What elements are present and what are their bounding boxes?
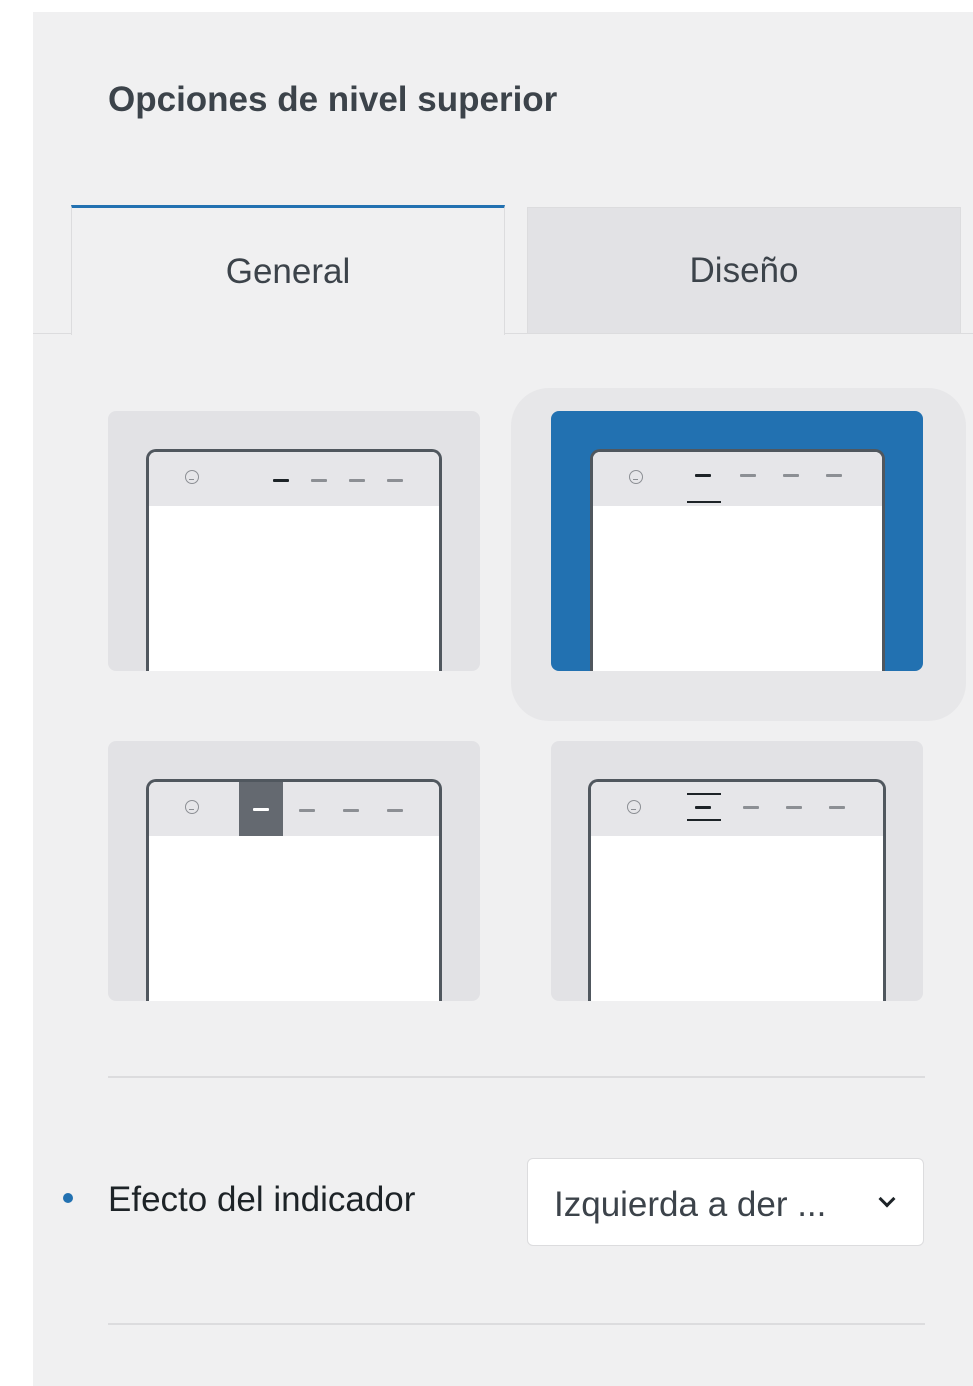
active-indicator-block	[239, 782, 283, 836]
section-title: Opciones de nivel superior	[108, 80, 558, 119]
preview-header	[593, 452, 882, 506]
browser-preview	[588, 779, 886, 1001]
menu-item-dash	[349, 479, 365, 482]
menu-item-dash	[253, 808, 269, 811]
indicator-effect-label: Efecto del indicador	[108, 1180, 416, 1219]
wordpress-icon	[185, 470, 199, 484]
active-indicator-overline	[687, 793, 721, 795]
menu-item-dash	[695, 806, 711, 809]
divider	[108, 1323, 925, 1325]
divider	[108, 1076, 925, 1078]
menu-item-dash	[695, 474, 711, 477]
menu-item-dash	[743, 806, 759, 809]
preview-header	[149, 782, 439, 836]
tab-design[interactable]: Diseño	[527, 207, 961, 333]
menu-item-dash	[343, 809, 359, 812]
browser-preview	[590, 449, 885, 671]
menu-item-dash	[826, 474, 842, 477]
menu-item-dash	[387, 809, 403, 812]
menu-item-dash	[311, 479, 327, 482]
indicator-effect-select[interactable]: Izquierda a der ...	[527, 1158, 924, 1246]
style-option-1[interactable]	[108, 411, 480, 671]
menu-item-dash	[740, 474, 756, 477]
browser-preview	[146, 779, 442, 1001]
modified-indicator-dot	[63, 1193, 73, 1203]
style-option-2[interactable]	[551, 411, 923, 671]
chevron-down-icon	[878, 1190, 896, 1208]
active-indicator-line	[687, 501, 721, 503]
menu-item-dash	[786, 806, 802, 809]
menu-item-dash	[299, 809, 315, 812]
wordpress-icon	[629, 470, 643, 484]
browser-preview	[146, 449, 442, 671]
preview-header	[591, 782, 883, 836]
menu-item-dash	[783, 474, 799, 477]
menu-item-dash	[387, 479, 403, 482]
menu-item-dash	[829, 806, 845, 809]
menu-item-dash	[273, 479, 289, 482]
style-option-4[interactable]	[551, 741, 923, 1001]
active-indicator-line	[687, 819, 721, 821]
wordpress-icon	[627, 800, 641, 814]
style-option-3[interactable]	[108, 741, 480, 1001]
wordpress-icon	[185, 800, 199, 814]
indicator-effect-value: Izquierda a der ...	[554, 1185, 827, 1224]
preview-header	[149, 452, 439, 506]
tab-general[interactable]: General	[71, 205, 505, 335]
